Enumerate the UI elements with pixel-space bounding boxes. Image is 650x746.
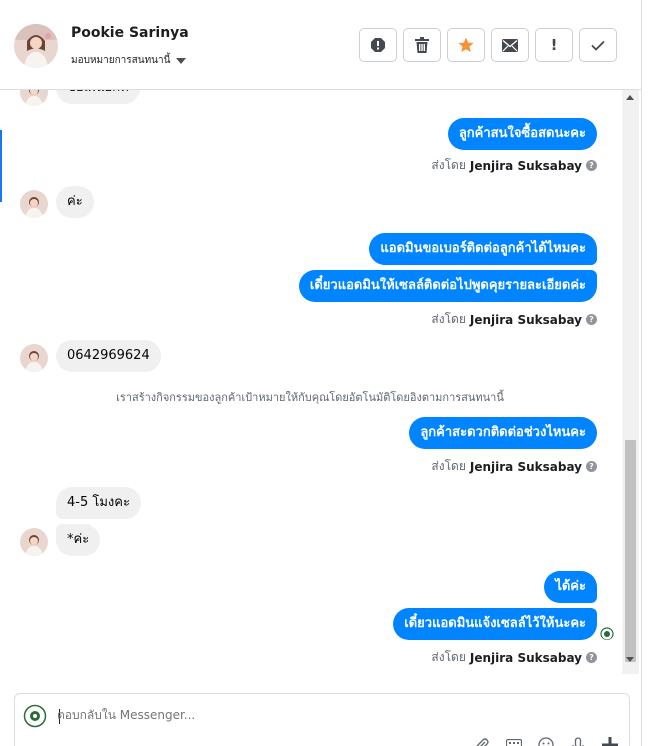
incoming-message: 4-5 โมงคะ (56, 487, 141, 519)
plus-icon (602, 737, 618, 746)
star-button[interactable] (447, 28, 485, 62)
outgoing-message: ได้ค่ะ (544, 571, 597, 603)
sender-name[interactable]: Jenjira Suksabay (470, 651, 582, 665)
help-icon[interactable]: ? (586, 314, 597, 325)
scrollbar[interactable] (622, 90, 639, 674)
trash-icon (415, 37, 429, 53)
star-icon (458, 37, 474, 52)
conversation-header: Pookie Sarinya มอบหมายการสนทนานี้ ! (0, 0, 641, 90)
sender-name[interactable]: Jenjira Suksabay (470, 313, 582, 327)
delete-button[interactable] (403, 28, 441, 62)
mail-icon (502, 38, 518, 52)
sent-by-label: ส่งโดย Jenjira Suksabay ? (431, 457, 597, 476)
paperclip-icon (476, 738, 489, 746)
incoming-message: 0642969624 (56, 340, 161, 372)
contact-avatar-small (20, 190, 48, 218)
contact-avatar-small (20, 528, 48, 556)
incoming-message: ค่ะ (56, 186, 94, 218)
check-icon (591, 40, 605, 51)
mark-unread-button[interactable] (491, 28, 529, 62)
outgoing-message: ลูกค้าสะดวกติดต่อช่วงไหนคะ (409, 417, 597, 449)
attach-button[interactable] (473, 736, 491, 746)
mark-done-button[interactable] (579, 28, 617, 62)
page-avatar (23, 704, 47, 728)
incoming-message: ขอเผนยกที่ (56, 90, 140, 104)
mark-spam-button[interactable] (359, 28, 397, 62)
spam-icon (371, 38, 385, 52)
sent-by-prefix: ส่งโดย (431, 312, 466, 326)
saved-replies-icon (506, 739, 522, 746)
contact-avatar-small (20, 90, 48, 106)
sent-by-prefix: ส่งโดย (431, 650, 466, 664)
sender-name[interactable]: Jenjira Suksabay (470, 159, 582, 173)
scrollbar-thumb[interactable] (625, 440, 636, 662)
selection-indicator (0, 130, 2, 202)
conversation-actions: ! (359, 28, 617, 62)
reply-input[interactable] (57, 708, 557, 722)
sent-by-label: ส่งโดย Jenjira Suksabay ? (431, 648, 597, 667)
assign-label: มอบหมายการสนทนานี้ (71, 55, 171, 66)
voice-button[interactable] (569, 736, 587, 746)
sent-by-prefix: ส่งโดย (431, 158, 466, 172)
sender-name[interactable]: Jenjira Suksabay (470, 460, 582, 474)
contact-avatar-small (20, 344, 48, 372)
saved-replies-button[interactable] (505, 736, 523, 746)
help-icon[interactable]: ? (586, 652, 597, 663)
outgoing-message: ลูกค้าสนใจซื้อสดนะคะ (447, 118, 597, 150)
reply-composer (14, 693, 630, 746)
sent-by-prefix: ส่งโดย (431, 459, 466, 473)
contact-name[interactable]: Pookie Sarinya (71, 25, 189, 41)
help-icon[interactable]: ? (586, 160, 597, 171)
seen-avatar-icon (600, 626, 614, 640)
incoming-message: *ค่ะ (56, 524, 101, 556)
contact-avatar[interactable] (14, 24, 58, 68)
scroll-down-arrow-icon[interactable] (626, 657, 634, 662)
chevron-down-icon (176, 58, 187, 64)
thumb-icon (572, 737, 584, 746)
outgoing-message: เดี๋ยวแอดมินให้เซลล์ติดต่อไปพูดคุยรายละเ… (298, 270, 597, 302)
message-list[interactable]: ขอเผนยกที่ ลูกค้าสนใจซื้อสดนะคะ ส่งโดย J… (0, 90, 641, 680)
follow-up-icon: ! (550, 36, 558, 54)
assign-conversation-dropdown[interactable]: มอบหมายการสนทนานี้ (71, 53, 187, 68)
system-note: เราสร้างกิจกรรมของลูกค้าเป้าหมายให้กับคุ… (116, 391, 504, 404)
sent-by-label: ส่งโดย Jenjira Suksabay ? (431, 156, 597, 175)
more-options-button[interactable] (601, 736, 619, 746)
smiley-icon (538, 737, 554, 746)
outgoing-message: เดี๋ยวแอดมินแจ้งเซลล์ไว้ให้นะคะ (393, 608, 597, 640)
conversation-panel: Pookie Sarinya มอบหมายการสนทนานี้ ! ลูกค… (0, 0, 642, 746)
sent-by-label: ส่งโดย Jenjira Suksabay ? (431, 310, 597, 329)
outgoing-message: แอดมินขอเบอร์ติดต่อลูกค้าได้ไหมคะ (369, 233, 597, 265)
emoji-button[interactable] (537, 736, 555, 746)
follow-up-button[interactable]: ! (535, 28, 573, 62)
scroll-up-arrow-icon[interactable] (626, 95, 634, 100)
composer-tools (473, 736, 619, 746)
help-icon[interactable]: ? (586, 461, 597, 472)
